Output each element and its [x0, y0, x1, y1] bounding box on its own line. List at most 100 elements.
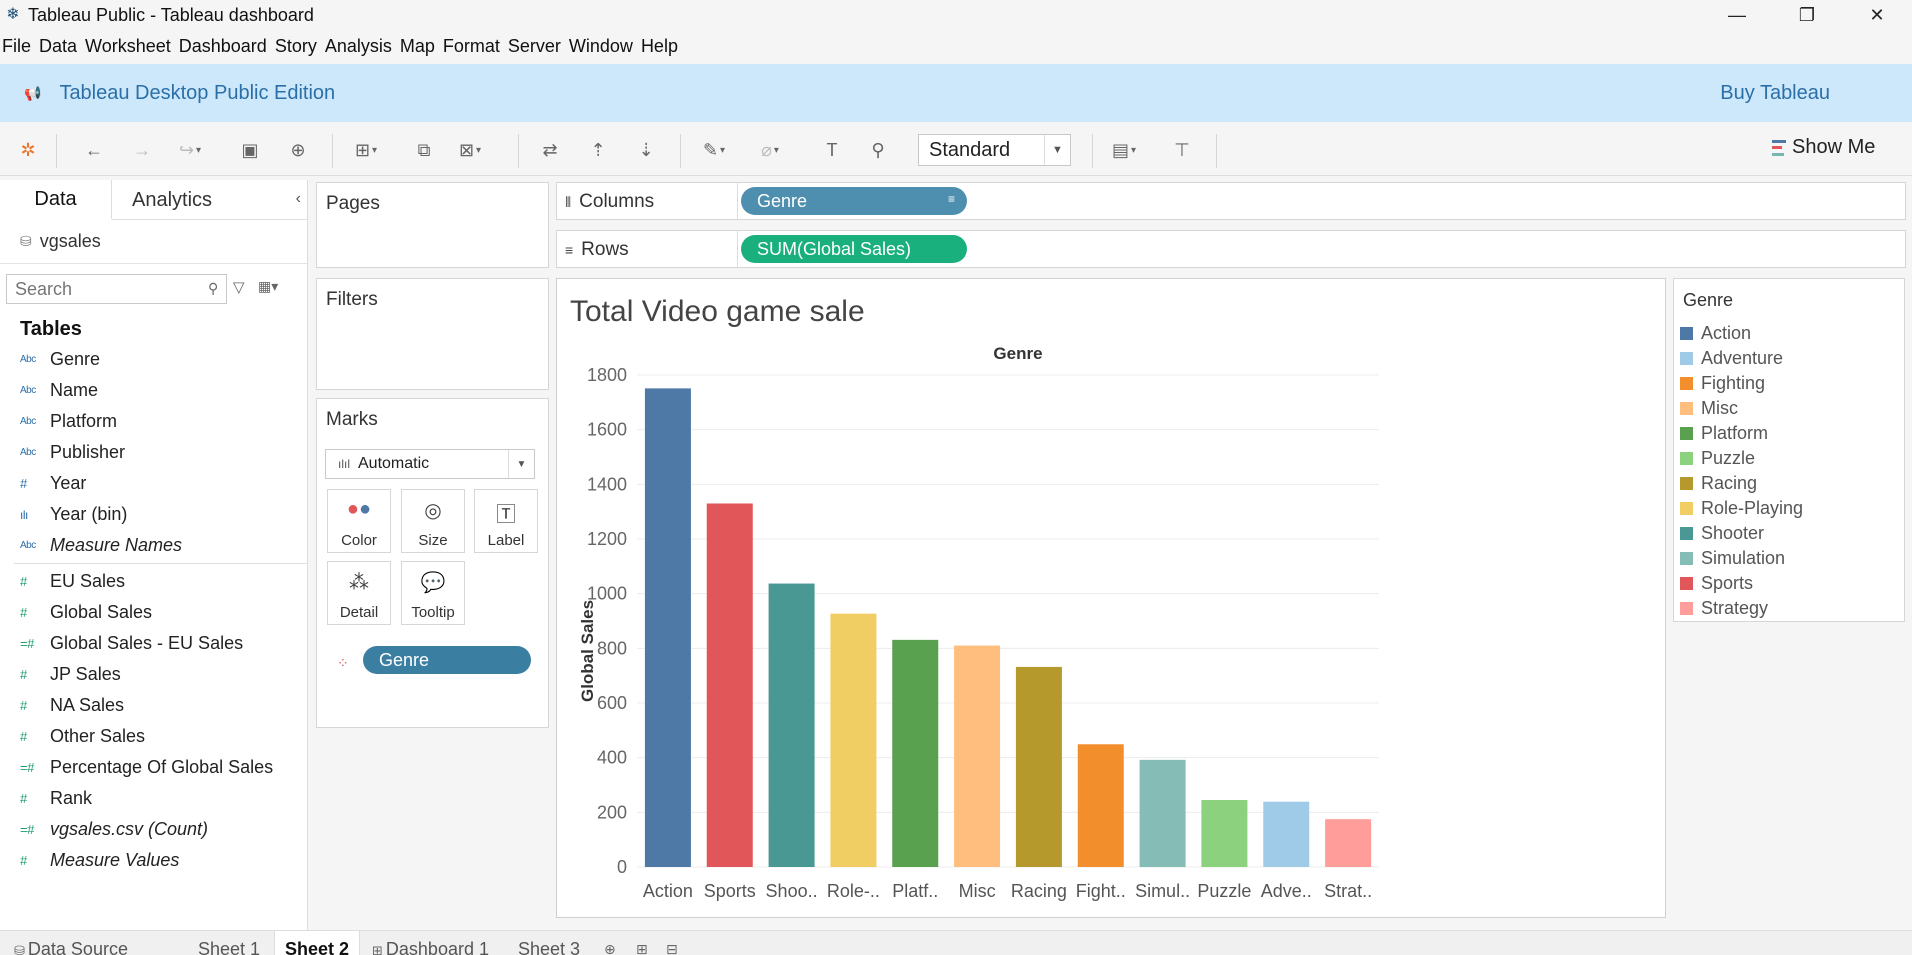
tab-sheet-3[interactable]: Sheet 3 — [508, 939, 590, 955]
duplicate-sheet-icon[interactable]: ⧉ — [410, 136, 438, 164]
legend-item[interactable]: Platform — [1674, 421, 1904, 446]
new-worksheet-icon[interactable]: ⊞ — [352, 136, 380, 164]
buy-tableau-link[interactable]: Buy Tableau — [1720, 82, 1830, 105]
tab-sheet-2[interactable]: Sheet 2 — [274, 931, 361, 955]
menu-dashboard[interactable]: Dashboard — [169, 36, 267, 57]
field-rank[interactable]: # Rank — [0, 783, 307, 814]
new-dashboard-icon[interactable]: ⊞ — [636, 941, 648, 955]
menu-format[interactable]: Format — [433, 36, 500, 57]
restore-button[interactable]: ❐ — [1772, 0, 1842, 30]
legend-item[interactable]: Puzzle — [1674, 446, 1904, 471]
show-cards-icon[interactable]: ▤ — [1110, 136, 1138, 164]
redo-icon[interactable]: → — [128, 136, 156, 164]
legend-item[interactable]: Simulation — [1674, 546, 1904, 571]
save-icon[interactable]: ▣ — [236, 136, 264, 164]
replay-icon[interactable]: ↪ — [176, 136, 204, 164]
sort-ascending-icon[interactable]: ⇡ — [584, 136, 612, 164]
new-data-source-icon[interactable]: ⊕ — [284, 136, 312, 164]
size-button[interactable]: ◎ Size — [401, 489, 465, 553]
label-button[interactable]: 🅃 Label — [474, 489, 538, 553]
clear-sheet-icon[interactable]: ⊠ — [456, 136, 484, 164]
menu-server[interactable]: Server — [498, 36, 561, 57]
fix-axes-icon[interactable]: ⚲ — [864, 136, 892, 164]
tab-dashboard-1[interactable]: ⊞ Dashboard 1 — [362, 939, 499, 955]
legend-item[interactable]: Shooter — [1674, 521, 1904, 546]
rows-shelf[interactable]: ≡ Rows SUM(Global Sales) — [556, 230, 1906, 268]
tableau-home-icon[interactable]: ✲ — [14, 136, 42, 164]
field-global-minus-eu[interactable]: =# Global Sales - EU Sales — [0, 628, 307, 659]
legend-item[interactable]: Fighting — [1674, 371, 1904, 396]
field-publisher[interactable]: Abc Publisher — [0, 437, 307, 468]
field-platform[interactable]: Abc Platform — [0, 406, 307, 437]
show-mark-labels-icon[interactable]: T — [818, 136, 846, 164]
swap-rows-columns-icon[interactable]: ⇄ — [536, 136, 564, 164]
field-measure-values[interactable]: # Measure Values — [0, 845, 307, 876]
menu-analysis[interactable]: Analysis — [315, 36, 392, 57]
field-jp-sales[interactable]: # JP Sales — [0, 659, 307, 690]
menu-data[interactable]: Data — [29, 36, 77, 57]
detail-button[interactable]: ⁂ Detail — [327, 561, 391, 625]
legend-item[interactable]: Misc — [1674, 396, 1904, 421]
search-input[interactable] — [6, 274, 227, 304]
string-type-icon: Abc — [20, 540, 36, 551]
field-genre[interactable]: Abc Genre — [0, 344, 307, 375]
field-year[interactable]: # Year — [0, 468, 307, 499]
sort-descending-icon[interactable]: ⇣ — [632, 136, 660, 164]
menu-window[interactable]: Window — [559, 36, 633, 57]
field-vgsales-count[interactable]: =# vgsales.csv (Count) — [0, 814, 307, 845]
field-other-sales[interactable]: # Other Sales — [0, 721, 307, 752]
field-year-bin[interactable]: ılı Year (bin) — [0, 499, 307, 530]
view-options-icon[interactable]: ▦▾ — [258, 278, 278, 295]
close-button[interactable]: ✕ — [1842, 0, 1912, 30]
new-worksheet-icon[interactable]: ⊕ — [604, 941, 616, 955]
collapse-pane-icon[interactable]: ‹ — [296, 190, 301, 208]
tooltip-button[interactable]: 💬 Tooltip — [401, 561, 465, 625]
color-button[interactable]: ●● Color — [327, 489, 391, 553]
filter-icon[interactable]: ▽ — [233, 278, 245, 296]
dashboard-icon: ⊞ — [372, 943, 383, 955]
legend-item[interactable]: Strategy — [1674, 596, 1904, 621]
undo-icon[interactable]: ← — [80, 136, 108, 164]
legend-item[interactable]: Sports — [1674, 571, 1904, 596]
calc-type-icon: =# — [20, 822, 34, 837]
field-global-sales[interactable]: # Global Sales — [0, 597, 307, 628]
show-me-button[interactable]: Show Me — [1772, 136, 1875, 159]
tab-data[interactable]: Data — [0, 180, 112, 220]
highlight-icon[interactable]: ✎ — [700, 136, 728, 164]
marks-card: Marks ılıl Automatic ▼ ●● Color ◎ Size 🅃… — [316, 398, 549, 728]
field-name[interactable]: Abc Name — [0, 375, 307, 406]
rows-sum-global-sales-pill[interactable]: SUM(Global Sales) — [741, 235, 967, 263]
field-measure-names[interactable]: Abc Measure Names — [0, 530, 307, 561]
fit-dropdown[interactable]: Standard ▼ — [918, 134, 1071, 166]
columns-shelf[interactable]: ⦀ Columns Genre ≡ — [556, 182, 1906, 220]
legend-item[interactable]: Role-Playing — [1674, 496, 1904, 521]
color-genre-pill[interactable]: Genre — [363, 646, 531, 674]
mark-type-dropdown[interactable]: ılıl Automatic ▼ — [325, 449, 535, 479]
tab-sheet-1[interactable]: Sheet 1 — [188, 939, 270, 955]
legend-item[interactable]: Racing — [1674, 471, 1904, 496]
menu-map[interactable]: Map — [390, 36, 435, 57]
presentation-mode-icon[interactable]: ⊤ — [1168, 136, 1196, 164]
pages-card[interactable]: Pages — [316, 182, 549, 268]
menu-story[interactable]: Story — [265, 36, 317, 57]
minimize-button[interactable]: — — [1702, 0, 1772, 30]
menu-file[interactable]: File — [0, 36, 31, 57]
tab-analytics[interactable]: Analytics — [112, 180, 232, 220]
legend-item[interactable]: Action — [1674, 321, 1904, 346]
new-story-icon[interactable]: ⊟ — [666, 941, 678, 955]
field-eu-sales[interactable]: # EU Sales — [0, 566, 307, 597]
menu-worksheet[interactable]: Worksheet — [75, 36, 171, 57]
filters-card[interactable]: Filters — [316, 278, 549, 390]
datasource-item[interactable]: ⛁ vgsales — [0, 220, 307, 264]
menu-help[interactable]: Help — [631, 36, 678, 57]
bar-chart[interactable]: Genre020040060080010001200140016001800Gl… — [557, 279, 1665, 917]
legend-label: Sports — [1701, 573, 1754, 593]
field-na-sales[interactable]: # NA Sales — [0, 690, 307, 721]
field-percentage-global-sales[interactable]: =# Percentage Of Global Sales — [0, 752, 307, 783]
group-members-icon[interactable]: ⌀ — [756, 136, 784, 164]
legend-label: Puzzle — [1701, 448, 1756, 468]
data-source-tab[interactable]: ⛁ Data Source — [4, 939, 138, 955]
columns-genre-pill[interactable]: Genre ≡ — [741, 187, 967, 215]
legend-item[interactable]: Adventure — [1674, 346, 1904, 371]
rows-icon: ≡ — [565, 242, 574, 258]
